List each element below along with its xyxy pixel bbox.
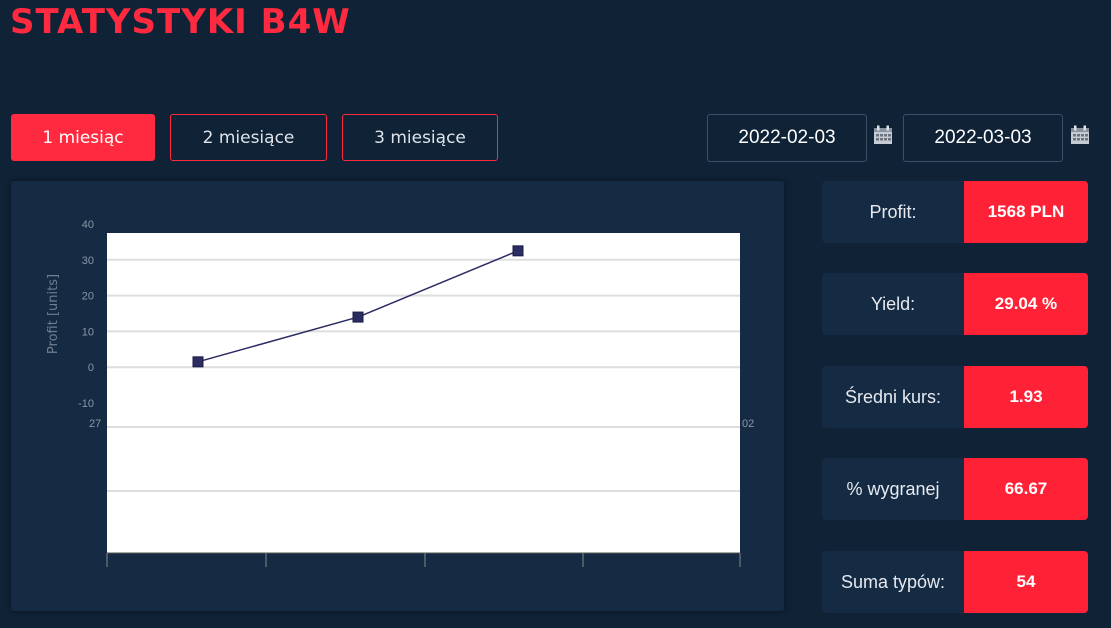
stat-value: 1.93 (964, 366, 1088, 428)
profit-chart-panel: 40 30 20 10 0 -10 27 02 Profit [units] (11, 181, 784, 611)
y-tick-label: 10 (82, 326, 94, 338)
y-axis-label: Profit [units] (46, 274, 61, 354)
y-tick-label: 20 (82, 291, 94, 303)
stat-value: 54 (964, 551, 1088, 613)
y-tick-label: 30 (82, 255, 94, 267)
stat-value: 1568 PLN (964, 181, 1088, 243)
stat-average-odds: Średni kurs: 1.93 (822, 366, 1088, 428)
data-point (512, 245, 524, 257)
data-point (352, 311, 364, 323)
stat-label: % wygranej (822, 458, 964, 520)
page-title: STATYSTYKI B4W (10, 2, 351, 42)
stat-label: Średni kurs: (822, 366, 964, 428)
stat-label: Yield: (822, 273, 964, 335)
stat-tips-total: Suma typów: 54 (822, 551, 1088, 613)
stat-value: 29.04 % (964, 273, 1088, 335)
date-from-input[interactable] (707, 114, 867, 162)
stat-value: 66.67 (964, 458, 1088, 520)
y-tick-label: -10 (78, 398, 94, 410)
stat-profit: Profit: 1568 PLN (822, 181, 1088, 243)
date-to-input[interactable] (903, 114, 1063, 162)
x-tick-label: 02 (742, 418, 754, 430)
stat-yield: Yield: 29.04 % (822, 273, 1088, 335)
range-2-months-button[interactable]: 2 miesiące (170, 114, 327, 161)
stat-label: Suma typów: (822, 551, 964, 613)
range-1-month-button[interactable]: 1 miesiąc (11, 114, 155, 161)
calendar-icon[interactable] (1070, 125, 1090, 145)
calendar-icon[interactable] (873, 125, 893, 145)
data-point (192, 356, 204, 368)
x-tick-label: 27 (89, 418, 101, 430)
y-tick-label: 40 (82, 219, 94, 231)
y-tick-label: 0 (88, 362, 94, 374)
plot-area (107, 233, 740, 553)
range-3-months-button[interactable]: 3 miesiące (342, 114, 498, 161)
stat-label: Profit: (822, 181, 964, 243)
profit-line-chart: 40 30 20 10 0 -10 27 02 Profit [units] (46, 219, 754, 567)
stat-win-percentage: % wygranej 66.67 (822, 458, 1088, 520)
